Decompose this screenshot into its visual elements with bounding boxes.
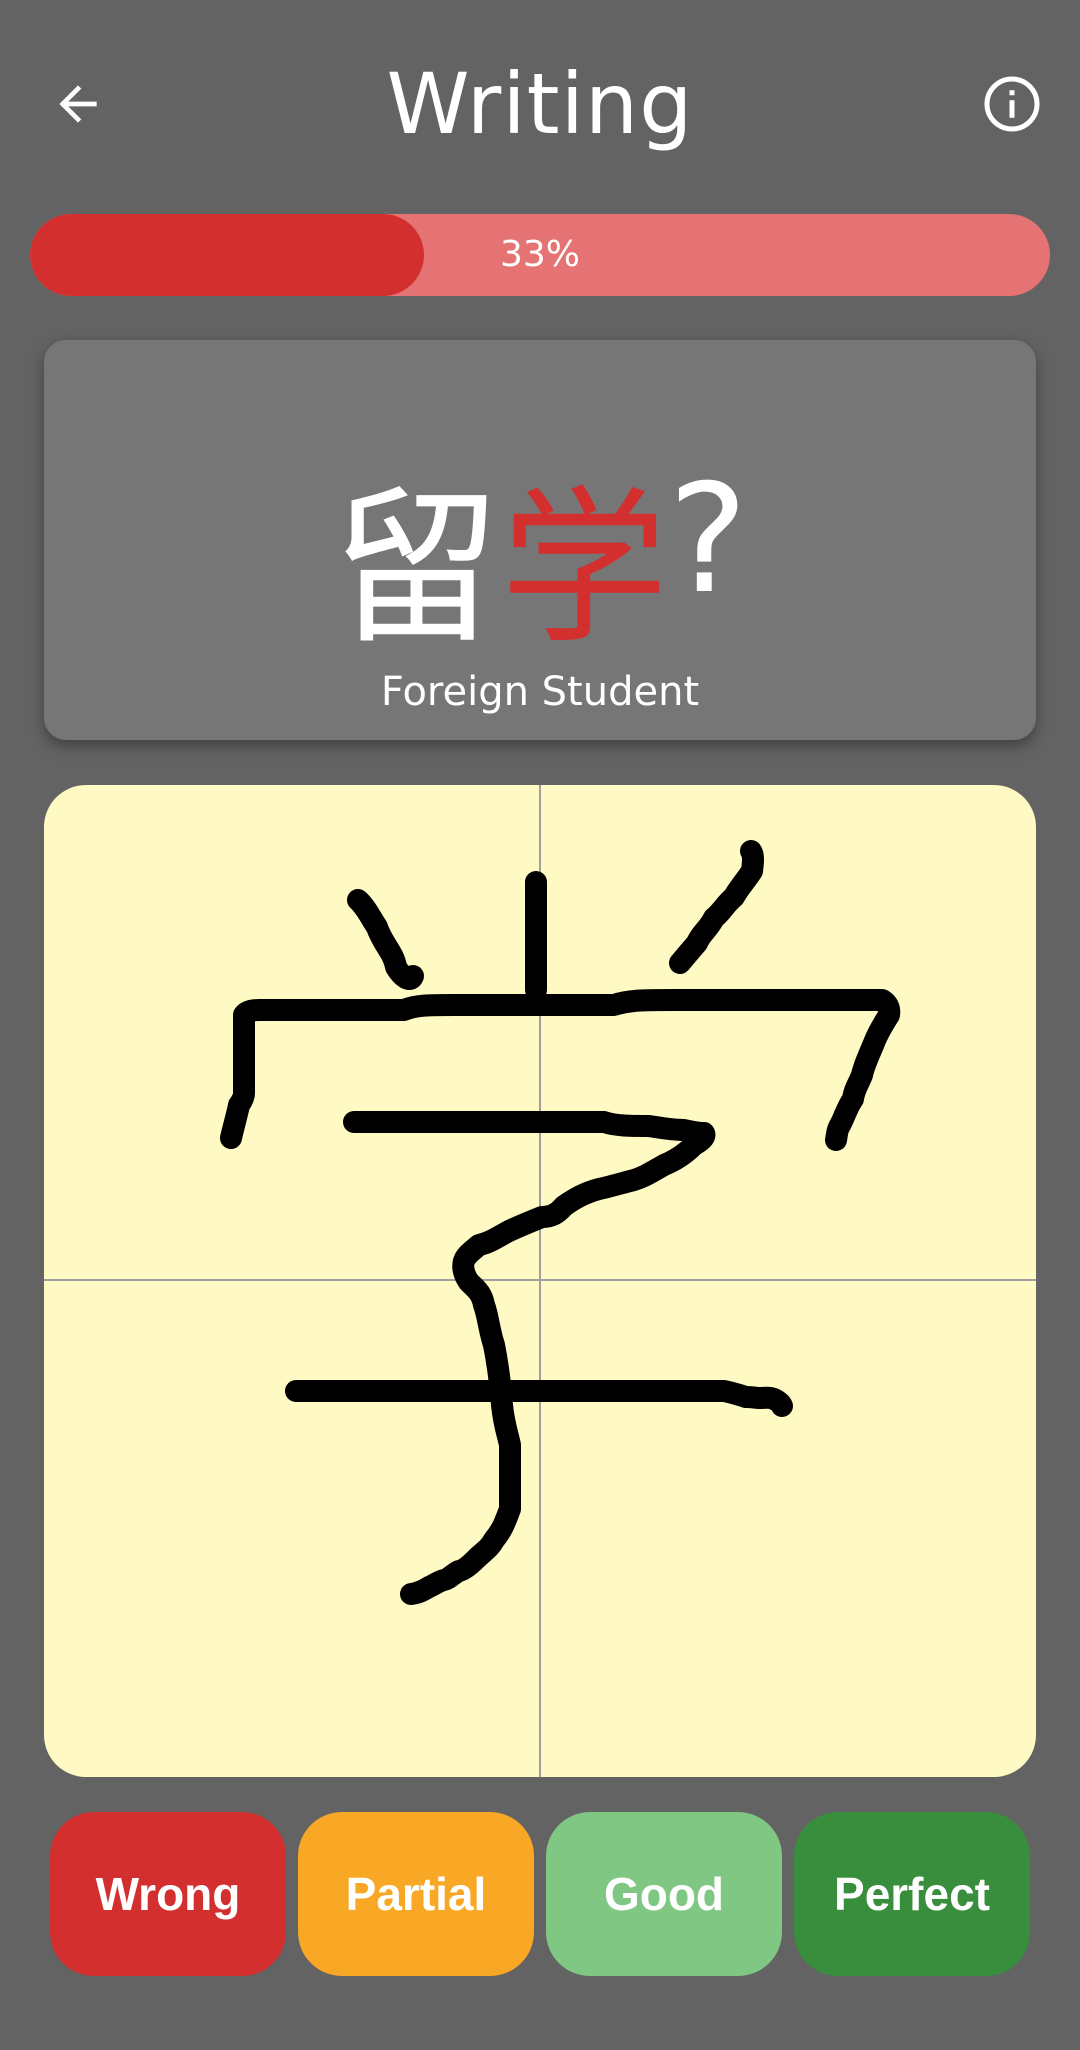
page-title: Writing — [386, 55, 694, 153]
wrong-button[interactable]: Wrong — [50, 1812, 286, 1976]
good-button[interactable]: Good — [546, 1812, 782, 1976]
stroke-1 — [347, 889, 424, 990]
perfect-button[interactable]: Perfect — [794, 1812, 1030, 1976]
prompt-word: 留学? — [44, 440, 1036, 669]
known-character: 留 — [332, 471, 501, 667]
rating-buttons: Wrong Partial Good Perfect — [50, 1812, 1030, 1976]
prompt-card: 留学? Foreign Student — [44, 340, 1036, 740]
stroke-6 — [285, 1380, 793, 1417]
back-button[interactable] — [42, 68, 114, 140]
target-character: 学 — [500, 471, 669, 667]
arrow-left-icon — [59, 85, 97, 123]
info-button[interactable] — [976, 68, 1048, 140]
question-mark: ? — [668, 453, 748, 627]
handwriting-strokes — [220, 840, 901, 1605]
info-circle-icon — [984, 76, 1040, 132]
app-bar: Writing — [0, 0, 1080, 210]
partial-button[interactable]: Partial — [298, 1812, 534, 1976]
stroke-3 — [669, 840, 764, 974]
progress-bar: 33% — [30, 214, 1050, 296]
writing-pad[interactable] — [44, 785, 1036, 1777]
progress-label: 33% — [499, 234, 580, 275]
meaning-text: Foreign Student — [380, 669, 700, 715]
stroke-5 — [343, 1111, 716, 1605]
